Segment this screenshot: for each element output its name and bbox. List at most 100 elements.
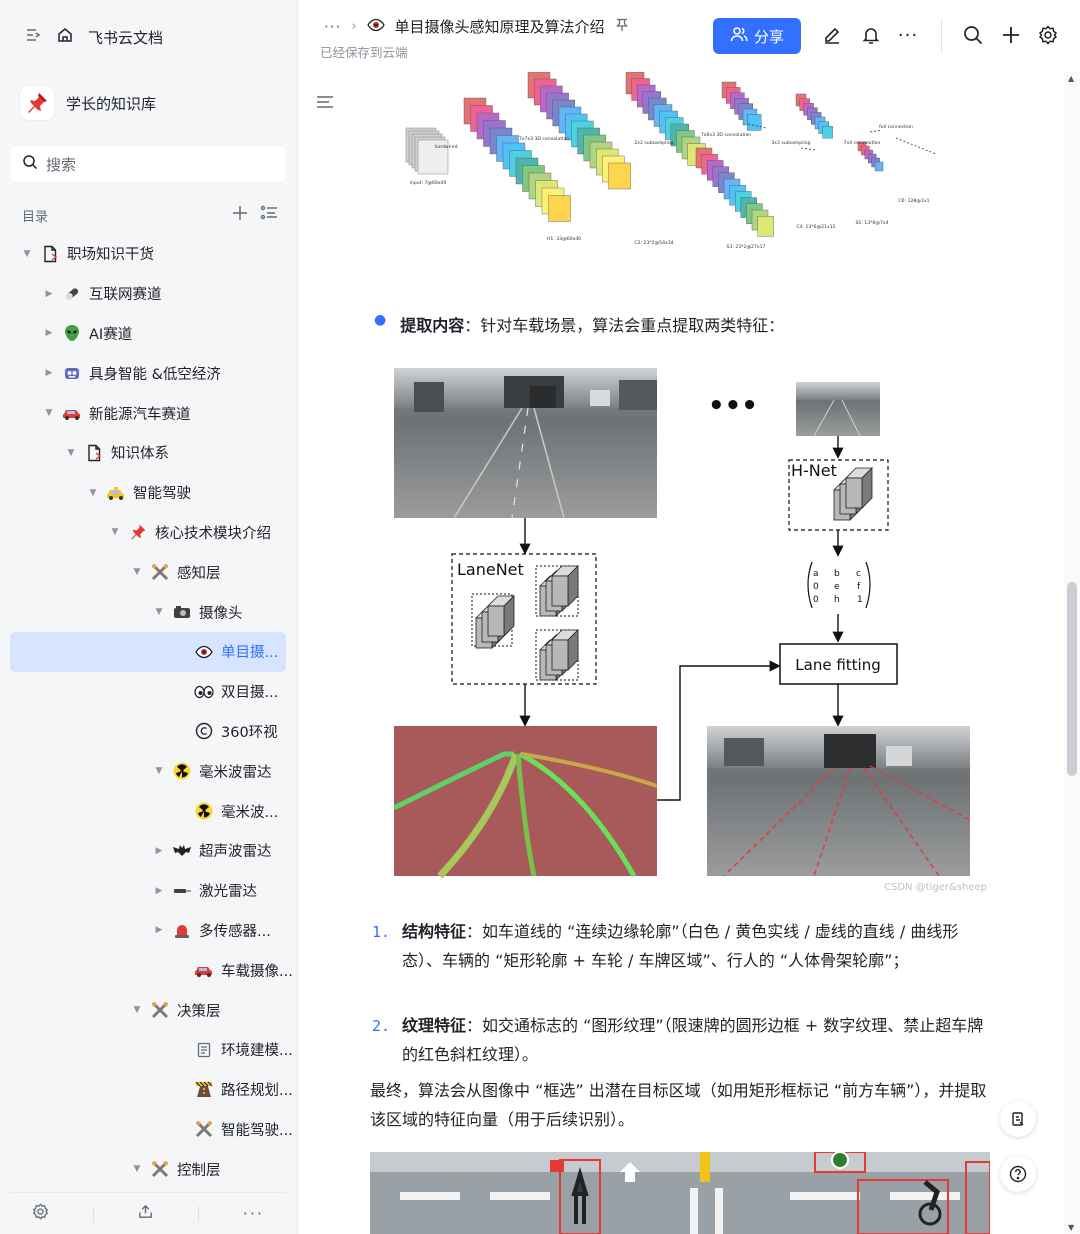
share-button[interactable]: 分享 <box>713 18 801 54</box>
camera-icon <box>172 602 192 622</box>
copyright-icon <box>194 721 214 741</box>
sidebar-tree-item[interactable]: 路径规划... <box>10 1070 293 1110</box>
help-icon[interactable] <box>1000 1156 1036 1192</box>
collapse-sidebar-icon[interactable] <box>24 26 42 48</box>
outline-icon[interactable] <box>316 94 334 114</box>
page-info-icon[interactable] <box>1000 1101 1036 1137</box>
caret-down-icon[interactable]: ▼ <box>108 525 122 539</box>
search-icon[interactable] <box>962 24 984 46</box>
knowledge-base-name: 学长的知识库 <box>66 94 157 113</box>
cnn-layer-label: S5: 13*6@7x4 <box>855 220 888 226</box>
caret-down-icon[interactable]: ▼ <box>64 446 78 460</box>
sidebar-tree-item[interactable]: ▼ 决策层 <box>10 990 286 1030</box>
add-icon[interactable] <box>1000 24 1022 46</box>
sidebar-tree-label: AI赛道 <box>89 326 133 343</box>
more-options-icon[interactable]: ··· <box>897 24 919 46</box>
scroll-up-icon[interactable]: ▲ <box>1068 74 1074 83</box>
home-icon[interactable] <box>56 26 74 48</box>
tools-icon <box>150 1159 170 1179</box>
caret-spacer <box>174 685 188 699</box>
caret-right-icon[interactable]: ▶ <box>42 326 56 340</box>
sidebar-tree-label: 智能驾驶... <box>221 1122 293 1139</box>
ellipsis-text: ••• <box>708 391 758 421</box>
app-name[interactable]: 飞书云文档 <box>88 27 163 48</box>
sidebar-tree-item[interactable]: ▶ AI赛道 <box>10 314 286 354</box>
caret-right-icon[interactable]: ▶ <box>152 923 166 937</box>
tree-view-icon[interactable] <box>260 205 278 225</box>
page-icon <box>194 1040 214 1060</box>
laser-icon <box>172 881 192 901</box>
breadcrumb-more-icon[interactable]: ··· <box>324 18 341 36</box>
sidebar-tree-item[interactable]: ▶ 超声波雷达 <box>10 831 286 871</box>
alien-icon <box>62 323 82 343</box>
matrix-cell: f <box>857 582 861 592</box>
edit-icon[interactable] <box>821 24 843 46</box>
caret-down-icon[interactable]: ▼ <box>20 247 34 261</box>
sidebar-tree-item[interactable]: ▼ 毫米波雷达 <box>10 751 286 791</box>
cnn-feature-map <box>822 126 833 139</box>
sidebar-tree-item[interactable]: ▶ 多传感器... <box>10 911 286 951</box>
matrix-cell: a <box>813 569 819 579</box>
caret-right-icon[interactable]: ▶ <box>42 287 56 301</box>
caret-down-icon[interactable]: ▼ <box>130 1003 144 1017</box>
sidebar-tree-item[interactable]: 车载摄像... <box>10 950 293 990</box>
sidebar-tree-item[interactable]: 双目摄... <box>10 672 286 712</box>
sidebar-tree-label: 单目摄... <box>221 645 279 662</box>
sidebar-tree-item[interactable]: ▶ 具身智能 &低空经济 <box>10 353 286 393</box>
caret-right-icon[interactable]: ▶ <box>152 884 166 898</box>
cnn-layer-label: C4: 13*6@21x12 <box>796 224 835 230</box>
caret-down-icon[interactable]: ▼ <box>130 1162 144 1176</box>
caret-right-icon[interactable]: ▶ <box>42 366 56 380</box>
sidebar-tree-label: 互联网赛道 <box>89 287 162 304</box>
sidebar: 飞书云文档 学长的知识库 搜索 目录 ▼ 职场知识干货 ▶ 互联网赛道 ▶ AI赛道 ▶ 具身… <box>0 0 298 1234</box>
caret-down-icon[interactable]: ▼ <box>42 406 56 420</box>
sidebar-tree-item[interactable]: 智能驾驶... <box>10 1110 293 1150</box>
more-icon[interactable]: ··· <box>243 1204 264 1223</box>
sidebar-tree-item[interactable]: ▼ 感知层 <box>10 552 286 592</box>
sidebar-tree-item[interactable]: ▶ 激光雷达 <box>10 871 286 911</box>
knowledge-base-header[interactable]: 学长的知识库 <box>20 86 156 120</box>
sidebar-tree-item[interactable]: ▼ 控制层 <box>10 1149 286 1189</box>
content-scrollbar[interactable]: ▲ ▼ <box>1064 72 1080 1234</box>
sidebar-tree-item[interactable]: ▼ 职场知识干货 <box>10 234 286 274</box>
sidebar-tree-item[interactable]: 单目摄... <box>10 631 286 672</box>
caret-down-icon[interactable]: ▼ <box>86 486 100 500</box>
sidebar-tree-item[interactable]: ▼ 新能源汽车赛道 <box>10 393 286 433</box>
doc-header: ··· › 单目摄像头感知原理及算法介绍 已经保存到云端 分享 ··· <box>298 0 1080 72</box>
scrollbar-thumb[interactable] <box>1067 582 1077 776</box>
bullet-text: ：针对车载场景，算法会重点提取两类特征： <box>464 316 785 335</box>
sidebar-tree-item[interactable]: ▶ 互联网赛道 <box>10 274 286 314</box>
breadcrumb: ··· › 单目摄像头感知原理及算法介绍 <box>324 16 629 37</box>
caret-spacer <box>174 963 188 977</box>
sidebar-tree-item[interactable]: ▼ 知识体系 <box>10 433 286 473</box>
caret-down-icon[interactable]: ▼ <box>152 764 166 778</box>
doc-title[interactable]: 单目摄像头感知原理及算法介绍 <box>395 16 605 37</box>
sidebar-tree-item[interactable]: 环境建模... <box>10 1030 293 1070</box>
pin-icon[interactable] <box>615 18 629 36</box>
sidebar-tree-item[interactable]: ▼ 核心技术模块介绍 <box>10 513 286 553</box>
sidebar-tree-item[interactable]: 毫米波... <box>10 791 286 831</box>
bell-icon[interactable] <box>860 24 882 46</box>
taxi-icon <box>106 483 126 503</box>
settings-icon[interactable] <box>1037 24 1059 46</box>
sidebar-tree-item[interactable]: ▼ 智能驾驶 <box>10 473 286 513</box>
chevron-right-icon: › <box>351 19 357 34</box>
settings-icon[interactable] <box>32 1203 49 1224</box>
matrix-cell: b <box>834 569 840 579</box>
sidebar-tree-item[interactable]: 360环视 <box>10 712 286 752</box>
caret-down-icon[interactable]: ▼ <box>152 605 166 619</box>
sidebar-tree-label: 控制层 <box>177 1162 221 1179</box>
list-bold: 结构特征 <box>402 922 467 941</box>
sidebar-search[interactable]: 搜索 <box>10 146 286 182</box>
add-icon[interactable] <box>232 205 248 225</box>
cnn-connector <box>895 137 937 155</box>
sidebar-tree-label: 职场知识干货 <box>67 247 154 264</box>
caret-right-icon[interactable]: ▶ <box>152 844 166 858</box>
sidebar-tree-item[interactable]: ▼ 摄像头 <box>10 592 286 632</box>
caret-down-icon[interactable]: ▼ <box>130 565 144 579</box>
sidebar-tree-label: 感知层 <box>177 565 221 582</box>
lane-fitting-output-image <box>707 726 971 877</box>
share-out-icon[interactable] <box>137 1203 154 1224</box>
caret-spacer <box>174 724 188 738</box>
scroll-down-icon[interactable]: ▼ <box>1068 1223 1074 1232</box>
